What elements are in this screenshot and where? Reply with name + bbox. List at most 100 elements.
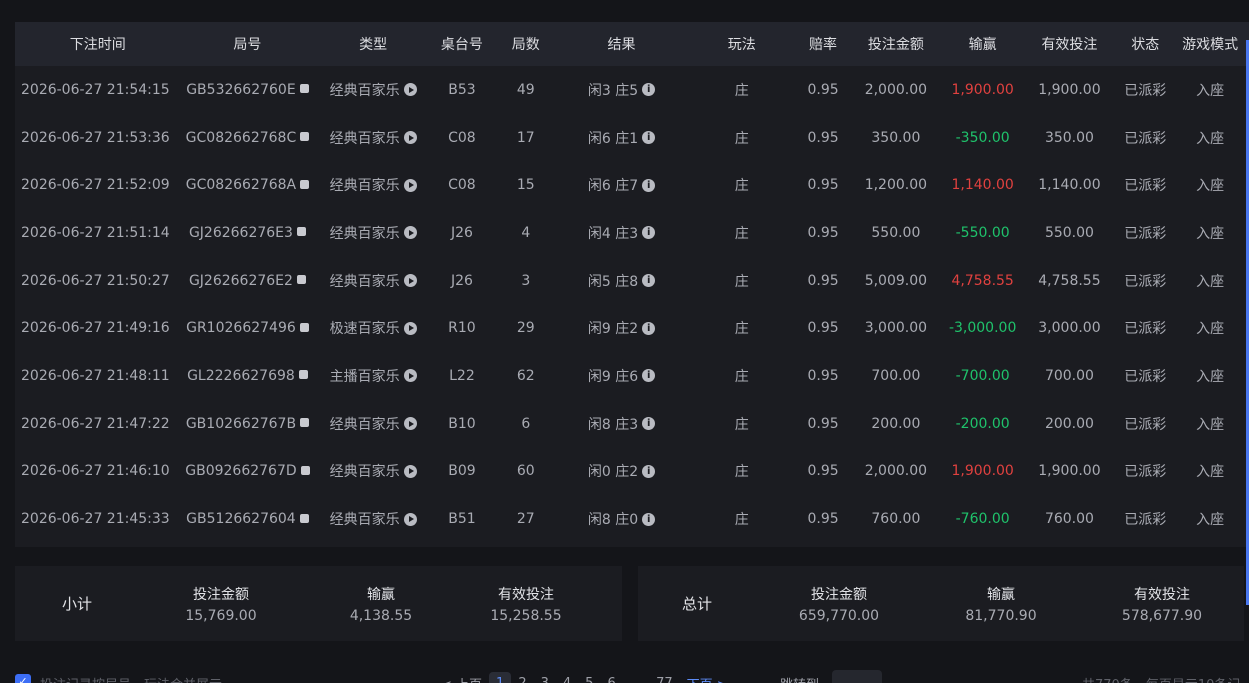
cell-time: 2026-06-27 21:45:33 xyxy=(21,511,170,528)
cell-type: 经典百家乐 xyxy=(314,223,432,243)
copy-icon[interactable] xyxy=(300,418,310,428)
header-odds: 赔率 xyxy=(809,37,838,53)
info-icon[interactable]: i xyxy=(642,178,656,192)
prev-page-button[interactable]: < 上页 xyxy=(434,670,489,683)
header-winloss: 输赢 xyxy=(968,37,997,53)
round-id-text: GC082662768A xyxy=(185,177,297,194)
play-video-icon[interactable] xyxy=(403,321,417,335)
cell-time: 2026-06-27 21:49:16 xyxy=(21,320,170,337)
cell-round: 17 xyxy=(516,129,535,146)
cell-odds: 0.95 xyxy=(807,320,839,337)
info-icon[interactable]: i xyxy=(642,83,656,97)
play-video-icon[interactable] xyxy=(403,464,417,478)
result-text: 闲8 庄0 xyxy=(587,512,639,529)
total-bet-value: 659,770.00 xyxy=(798,607,880,624)
merge-checkbox[interactable]: ✓ xyxy=(15,674,31,683)
cell-odds: 0.95 xyxy=(807,81,839,98)
header-effective: 有效投注 xyxy=(1041,37,1098,53)
cell-mode: 入座 xyxy=(1196,416,1225,433)
cell-effective: 760.00 xyxy=(1044,511,1094,528)
result-text: 闲5 庄8 xyxy=(587,273,639,290)
copy-icon[interactable] xyxy=(296,275,306,285)
next-page-button[interactable]: 下页 > xyxy=(680,670,735,683)
play-video-icon[interactable] xyxy=(403,226,417,240)
result-text: 闲6 庄1 xyxy=(587,130,639,147)
cell-table: J26 xyxy=(450,272,473,289)
cell-table: B09 xyxy=(448,463,476,480)
copy-icon[interactable] xyxy=(296,227,306,237)
cell-round: 15 xyxy=(516,177,535,194)
round-id-text: GB5126627604 xyxy=(186,511,296,528)
play-video-icon[interactable] xyxy=(403,417,417,431)
table-row: 2026-06-27 21:46:10 GB092662767D 经典百家乐 B09 6… xyxy=(15,448,1249,496)
total-bet: 投注金额 659,770.00 xyxy=(756,584,922,624)
header-bet: 投注金额 xyxy=(867,37,924,53)
page-button-6[interactable]: 6 xyxy=(600,672,622,683)
cell-mode: 入座 xyxy=(1196,512,1225,529)
result-text: 闲9 庄2 xyxy=(587,321,639,338)
play-video-icon[interactable] xyxy=(403,83,417,97)
cell-play: 庄 xyxy=(734,512,749,529)
cell-type: 经典百家乐 xyxy=(314,271,432,291)
cell-type: 极速百家乐 xyxy=(314,318,432,338)
cell-effective: 1,140.00 xyxy=(1038,177,1101,194)
cell-play: 庄 xyxy=(734,273,749,290)
cell-round-id: GC082662768A xyxy=(181,177,315,193)
cell-type: 经典百家乐 xyxy=(314,80,432,100)
cell-mode: 入座 xyxy=(1196,130,1225,147)
copy-icon[interactable] xyxy=(300,179,310,189)
cell-table: J26 xyxy=(450,224,473,241)
copy-icon[interactable] xyxy=(300,465,310,475)
cell-status: 已派彩 xyxy=(1124,512,1167,529)
info-icon[interactable]: i xyxy=(642,464,656,478)
info-icon[interactable]: i xyxy=(642,226,656,240)
cell-winloss: -760.00 xyxy=(955,511,1010,528)
cell-play: 庄 xyxy=(734,82,749,99)
info-icon[interactable]: i xyxy=(642,131,656,145)
page-button-3[interactable]: 3 xyxy=(534,672,556,683)
subtotal-effective: 有效投注 15,258.55 xyxy=(459,584,593,624)
cell-bet: 550.00 xyxy=(871,224,921,241)
copy-icon[interactable] xyxy=(299,513,309,523)
page-button-1[interactable]: 1 xyxy=(489,672,512,683)
cell-effective: 1,900.00 xyxy=(1038,463,1101,480)
play-video-icon[interactable] xyxy=(403,369,417,383)
play-video-icon[interactable] xyxy=(403,131,417,145)
table-row: 2026-06-27 21:47:22 GB102662767B 经典百家乐 B10 6… xyxy=(15,400,1249,448)
cell-winloss: 1,900.00 xyxy=(951,81,1014,98)
subtotal-winloss-label: 输赢 xyxy=(367,586,395,603)
type-text: 经典百家乐 xyxy=(329,130,400,147)
table-row: 2026-06-27 21:51:14 GJ26266276E3 经典百家乐 J26 4… xyxy=(15,209,1249,257)
info-icon[interactable]: i xyxy=(642,321,656,335)
copy-icon[interactable] xyxy=(299,84,309,94)
type-text: 经典百家乐 xyxy=(329,416,400,433)
cell-odds: 0.95 xyxy=(807,463,839,480)
copy-icon[interactable] xyxy=(299,322,309,332)
info-icon[interactable]: i xyxy=(642,417,656,431)
play-video-icon[interactable] xyxy=(403,178,417,192)
copy-icon[interactable] xyxy=(298,370,308,380)
page-button-2[interactable]: 2 xyxy=(511,672,533,683)
info-icon[interactable]: i xyxy=(642,369,656,383)
copy-icon[interactable] xyxy=(300,132,310,142)
cell-status: 已派彩 xyxy=(1124,178,1167,195)
page-button-5[interactable]: 5 xyxy=(578,672,600,683)
total-winloss-label: 输赢 xyxy=(987,586,1015,603)
cell-round: 27 xyxy=(516,511,535,528)
header-time: 下注时间 xyxy=(69,37,126,53)
page-button-77[interactable]: 77 xyxy=(649,672,680,683)
cell-effective: 700.00 xyxy=(1044,367,1094,384)
cell-time: 2026-06-27 21:54:15 xyxy=(21,81,170,98)
subtotal-bet-value: 15,769.00 xyxy=(185,607,257,624)
cell-effective: 4,758.55 xyxy=(1038,272,1101,289)
play-video-icon[interactable] xyxy=(403,274,417,288)
page-button-4[interactable]: 4 xyxy=(556,672,578,683)
type-text: 经典百家乐 xyxy=(329,273,400,290)
cell-odds: 0.95 xyxy=(807,129,839,146)
info-icon[interactable]: i xyxy=(642,274,656,288)
cell-result: 闲8 庄0 i xyxy=(560,509,684,529)
jump-page-input[interactable] xyxy=(832,670,882,683)
total-effective-value: 578,677.90 xyxy=(1121,607,1203,624)
play-video-icon[interactable] xyxy=(403,512,417,526)
info-icon[interactable]: i xyxy=(642,512,656,526)
